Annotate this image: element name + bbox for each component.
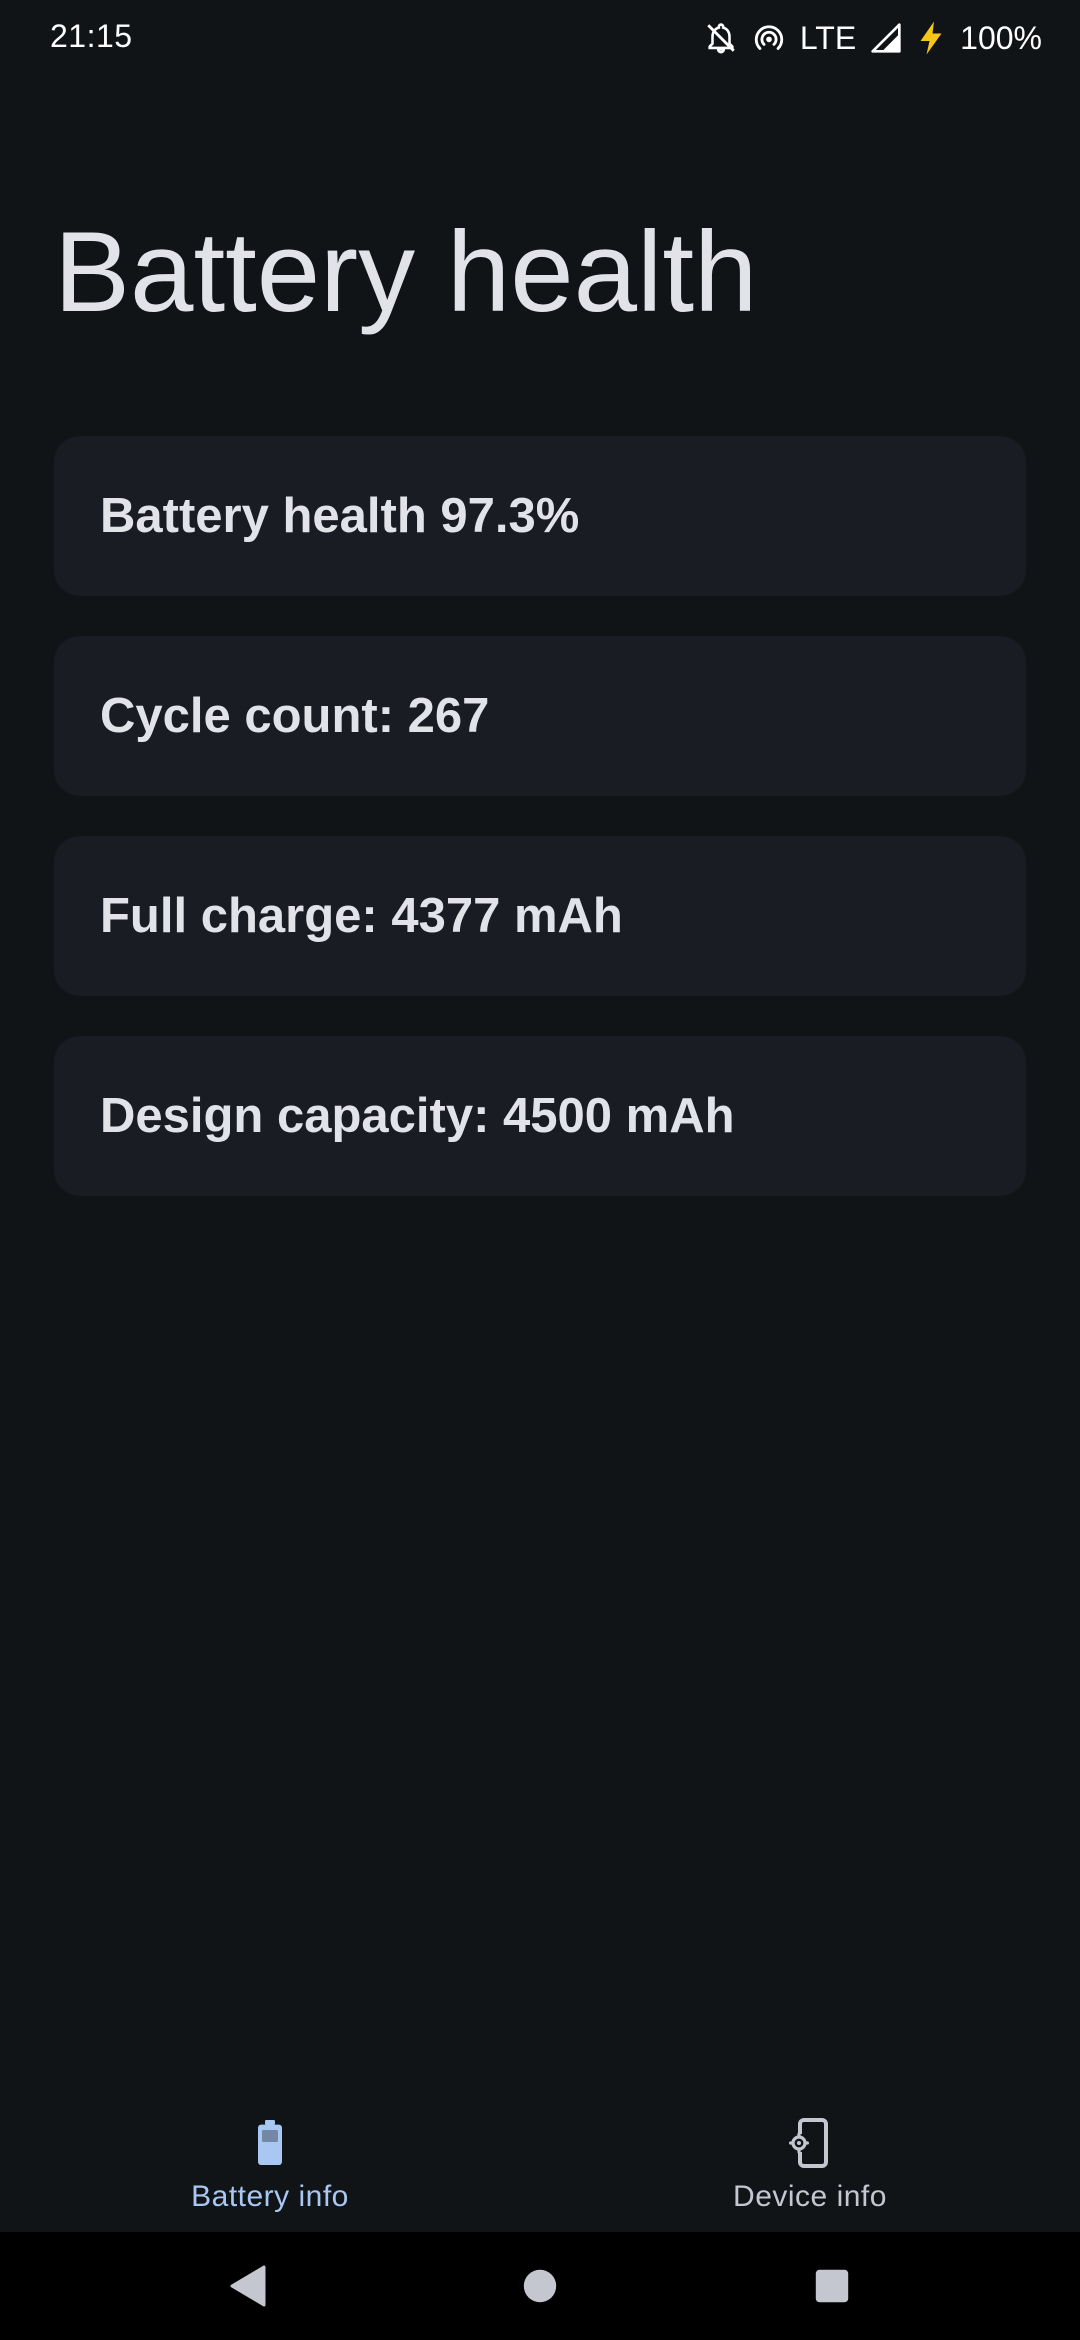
- home-icon[interactable]: [512, 2258, 568, 2314]
- full-charge-text: Full charge: 4377 mAh: [100, 889, 623, 943]
- screen: 21:15 LTE 100% Battery health Battery he…: [0, 0, 1080, 2340]
- hotspot-icon: [752, 21, 786, 55]
- status-time: 21:15: [50, 18, 133, 54]
- full-charge-card: Full charge: 4377 mAh: [54, 836, 1026, 996]
- nav-device-info[interactable]: Device info: [540, 2090, 1080, 2232]
- cycle-count-card: Cycle count: 267: [54, 636, 1026, 796]
- nav-device-info-label: Device info: [733, 2180, 887, 2213]
- nav-battery-info-label: Battery info: [191, 2180, 349, 2213]
- back-icon[interactable]: [220, 2258, 276, 2314]
- device-settings-icon: [789, 2116, 831, 2170]
- design-capacity-card: Design capacity: 4500 mAh: [54, 1036, 1026, 1196]
- notifications-off-icon: [704, 21, 738, 55]
- status-bar: 21:15 LTE 100%: [0, 0, 1080, 76]
- battery-icon: [256, 2116, 284, 2170]
- battery-health-card: Battery health 97.3%: [54, 436, 1026, 596]
- signal-icon: [870, 22, 902, 54]
- page-title: Battery health: [54, 209, 758, 336]
- bottom-navigation: Battery info Device info: [0, 2090, 1080, 2232]
- battery-percent: 100%: [960, 19, 1042, 56]
- status-icons: LTE 100%: [704, 14, 1042, 62]
- cycle-count-text: Cycle count: 267: [100, 689, 490, 743]
- charging-bolt-icon: [916, 20, 946, 56]
- design-capacity-text: Design capacity: 4500 mAh: [100, 1089, 735, 1143]
- network-type: LTE: [799, 19, 857, 56]
- recents-icon[interactable]: [804, 2258, 860, 2314]
- battery-health-text: Battery health 97.3%: [100, 489, 580, 543]
- system-navigation-bar: [0, 2232, 1080, 2340]
- info-card-list: Battery health 97.3% Cycle count: 267 Fu…: [54, 436, 1026, 1236]
- nav-battery-info[interactable]: Battery info: [0, 2090, 540, 2232]
